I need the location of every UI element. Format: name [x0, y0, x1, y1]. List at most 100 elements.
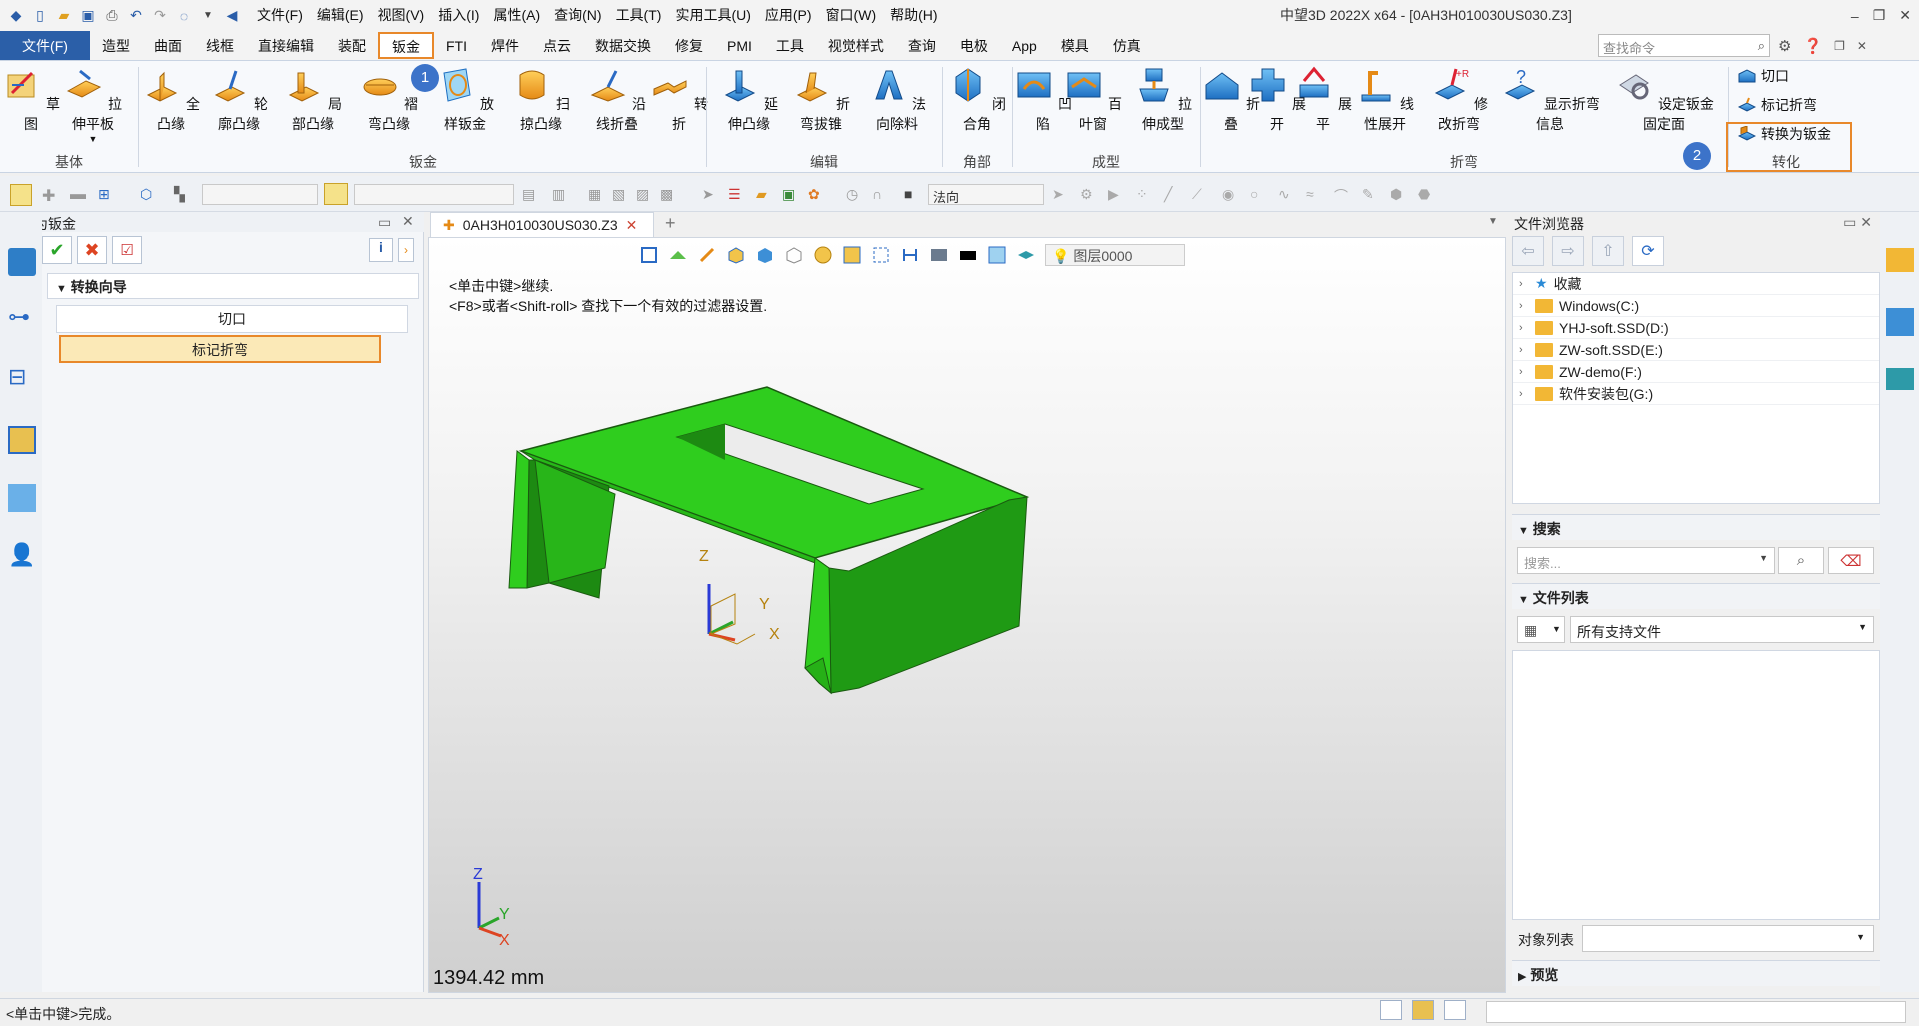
search-icon[interactable]: ⌕	[1758, 38, 1765, 53]
menu-query[interactable]: 查询(N)	[547, 0, 608, 31]
apply-button[interactable]: ☑	[112, 236, 142, 264]
layers-panel-icon[interactable]	[1886, 368, 1914, 390]
command-line-input[interactable]	[1486, 1001, 1906, 1023]
contour-flange-button[interactable]: 轮廓凸缘	[208, 65, 270, 134]
jog-button[interactable]: 转折	[648, 65, 710, 134]
tab-surface[interactable]: 曲面	[142, 31, 194, 60]
bend-draft-button[interactable]: 折弯拔锥	[790, 65, 852, 134]
polygon-select-icon[interactable]: ⬡	[140, 186, 156, 202]
tab-tools[interactable]: 工具	[764, 31, 816, 60]
expand-arrow-icon[interactable]: ›	[1519, 366, 1529, 378]
snap-icon-4[interactable]: ▧	[612, 186, 628, 202]
print-icon[interactable]: ⎙	[102, 6, 122, 26]
text-mode-icon[interactable]	[1380, 1000, 1402, 1020]
menu-help[interactable]: 帮助(H)	[883, 0, 944, 31]
menu-attribute[interactable]: 属性(A)	[486, 0, 547, 31]
back-arrow-icon[interactable]: ⇦	[1512, 236, 1544, 266]
tab-query[interactable]: 查询	[896, 31, 948, 60]
extend-flange-button[interactable]: 延伸凸缘	[718, 65, 780, 134]
circle-icon[interactable]: ○	[1250, 186, 1266, 202]
direction-combo[interactable]: 法向	[928, 184, 1044, 205]
image-icon[interactable]: ▣	[782, 186, 798, 202]
sweep-flange-button[interactable]: 扫掠凸缘	[510, 65, 572, 134]
new-file-icon[interactable]: ▯	[30, 6, 50, 26]
menu-window[interactable]: 窗口(W)	[819, 0, 884, 31]
time-icon[interactable]: ◷	[846, 186, 862, 202]
expand-arrow-icon[interactable]: ›	[1519, 322, 1529, 334]
file-search-input[interactable]: 搜索... ▼	[1517, 547, 1775, 574]
cancel-button[interactable]: ✖	[77, 236, 107, 264]
tab-repair[interactable]: 修复	[663, 31, 715, 60]
tree-item-drive-g[interactable]: › 软件安装包(G:)	[1513, 383, 1879, 405]
linear-unfold-button[interactable]: 线性展开	[1352, 65, 1418, 134]
tab-simulation[interactable]: 仿真	[1101, 31, 1153, 60]
doc-close-icon[interactable]: ✕	[626, 217, 638, 234]
file-browser-close-icon[interactable]: ▭ ✕	[1843, 214, 1872, 231]
add-tab-icon[interactable]: +	[665, 213, 676, 234]
minimize-button[interactable]: –	[1851, 8, 1859, 24]
filter-icon[interactable]: ▚	[174, 186, 190, 202]
dropdown-arrow-icon[interactable]: ▼	[62, 134, 124, 144]
stamp-form-button[interactable]: 拉伸成型	[1130, 65, 1196, 134]
tree-item-favorites[interactable]: › ★ 收藏	[1513, 273, 1879, 295]
3d-viewport[interactable]: 💡 图层0000 <单击中键>继续. <F8>或者<Shift-roll> 查找…	[428, 237, 1506, 993]
screen-icon[interactable]	[1412, 1000, 1434, 1020]
box-select-icon[interactable]: ⊞	[98, 186, 114, 202]
full-flange-button[interactable]: 全凸缘	[140, 65, 202, 134]
magnet-icon[interactable]: ∩	[872, 186, 888, 202]
arc-icon[interactable]: ⌒	[1334, 186, 1350, 204]
search-section-header[interactable]: ▼ 搜索	[1512, 514, 1880, 540]
folder-icon[interactable]: ▰	[756, 186, 772, 202]
circle-point-icon[interactable]: ◉	[1222, 186, 1238, 202]
snap-icon-1[interactable]: ▤	[522, 186, 538, 202]
expand-arrow-icon[interactable]: ›	[1519, 344, 1529, 356]
shape2-icon[interactable]: ⬣	[1418, 186, 1434, 202]
fold-along-line-button[interactable]: 沿线折叠	[586, 65, 648, 134]
dropdown-arrow-icon[interactable]: ▼	[1759, 553, 1768, 568]
wizard-item-mark-bend[interactable]: 标记折弯	[59, 335, 381, 363]
lofted-sheet-button[interactable]: 放样钣金	[434, 65, 496, 134]
refresh-icon[interactable]: ⟳	[1632, 236, 1664, 266]
tree-item-drive-e[interactable]: › ZW-soft.SSD(E:)	[1513, 339, 1879, 361]
window-restore-icon[interactable]: ❐	[1834, 39, 1845, 53]
help-icon[interactable]: ❓	[1803, 37, 1822, 55]
window-icon[interactable]	[1444, 1000, 1466, 1020]
dots-icon[interactable]: ⁘	[1136, 186, 1152, 202]
stop-icon[interactable]: ■	[904, 186, 920, 202]
line-icon[interactable]: ╱	[1164, 186, 1180, 202]
part-icon[interactable]	[8, 426, 36, 454]
close-corner-button[interactable]: 闭合角	[946, 65, 1008, 134]
tab-app[interactable]: App	[1000, 31, 1049, 60]
play-icon[interactable]: ▶	[1108, 186, 1124, 202]
line2-icon[interactable]: ⟋	[1192, 186, 1208, 202]
flatten-button[interactable]: 展平	[1292, 65, 1354, 134]
settings-gear-icon[interactable]: ⚙	[1778, 37, 1791, 55]
dropdown-arrow-icon[interactable]: ▼	[198, 6, 218, 26]
pen-icon[interactable]: ✎	[1362, 186, 1378, 202]
file-tab[interactable]: 文件(F)	[0, 31, 90, 60]
list-icon[interactable]: ☰	[728, 186, 744, 202]
tab-pmi[interactable]: PMI	[715, 31, 764, 60]
remove-icon[interactable]: ▬	[70, 186, 86, 203]
snap-icon-3[interactable]: ▦	[588, 186, 604, 202]
extrude-plate-button[interactable]: 拉伸平板 ▼	[62, 65, 124, 144]
user-icon[interactable]: 👤	[8, 542, 36, 570]
filter-combo[interactable]	[202, 184, 318, 205]
tab-point-cloud[interactable]: 点云	[531, 31, 583, 60]
sketch-button[interactable]: 草图	[0, 65, 62, 134]
panel-close-icon[interactable]: ✕	[402, 213, 414, 230]
preview-section-header[interactable]: ▶ 预览	[1512, 960, 1880, 986]
image-view-icon[interactable]	[8, 484, 36, 512]
tab-fti[interactable]: FTI	[434, 31, 479, 60]
cursor-icon[interactable]: ➤	[702, 186, 718, 202]
tab-assembly[interactable]: 装配	[326, 31, 378, 60]
select-arrow-icon[interactable]	[10, 184, 32, 206]
modify-bend-button[interactable]: +R 修改折弯	[1424, 65, 1494, 134]
filelist-section-header[interactable]: ▼ 文件列表	[1512, 583, 1880, 609]
object-list-combo[interactable]: ▼	[1582, 925, 1874, 952]
expand-arrow-icon[interactable]: ›	[1519, 300, 1529, 312]
palette-icon[interactable]: ✿	[808, 186, 824, 202]
wizard-section-header[interactable]: ▼ 转换向导	[47, 273, 419, 299]
set-fixed-face-button[interactable]: 设定钣金固定面	[1608, 65, 1720, 134]
open-folder-icon[interactable]: ▰	[54, 6, 74, 26]
